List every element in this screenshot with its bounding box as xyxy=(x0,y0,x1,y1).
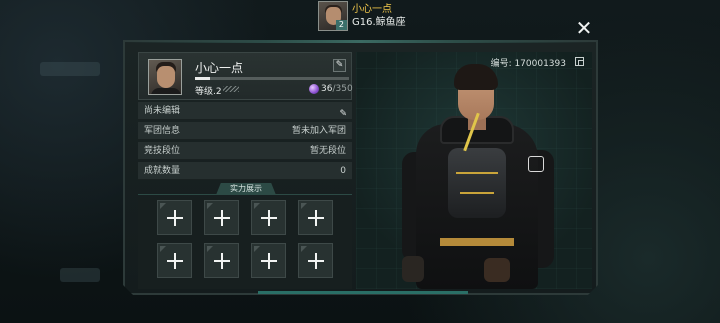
frame-glow xyxy=(123,40,598,43)
legion-label: 军团信息 xyxy=(144,126,181,136)
profile-left-panel: 小心一点 ✎ 等级.2 36/350 尚未编辑 ✎ 军团信息 暂未加入军团 竞技… xyxy=(138,52,353,289)
signature-text: 尚未编辑 xyxy=(144,106,181,116)
background-element xyxy=(40,62,100,76)
showcase-slot[interactable] xyxy=(251,200,286,235)
gem-count: 36/350 xyxy=(321,84,353,94)
level-hatch xyxy=(223,86,239,92)
achievement-value: 0 xyxy=(340,166,346,176)
player-name: 小心一点 xyxy=(195,61,244,75)
character-illustration xyxy=(396,52,556,289)
edit-name-icon[interactable]: ✎ xyxy=(333,59,346,72)
showcase-slot[interactable] xyxy=(204,200,239,235)
header-avatar-level: 2 xyxy=(335,20,347,30)
achievement-row: 成就数量 0 xyxy=(138,162,352,180)
showcase-slot[interactable] xyxy=(157,200,192,235)
header-avatar[interactable]: 2 xyxy=(318,1,348,31)
header-player-name: 小心一点 xyxy=(352,4,392,15)
close-icon[interactable]: ✕ xyxy=(574,18,594,38)
achievement-label: 成就数量 xyxy=(144,166,181,176)
copy-icon[interactable] xyxy=(575,57,584,66)
gem-icon xyxy=(309,84,319,94)
header-server-name: G16.鲸鱼座 xyxy=(352,17,406,28)
background-element xyxy=(60,268,100,282)
signature-row[interactable]: 尚未编辑 ✎ xyxy=(138,102,352,120)
showcase-slot[interactable] xyxy=(251,243,286,278)
showcase-slot[interactable] xyxy=(298,200,333,235)
rank-label: 竞技段位 xyxy=(144,146,181,156)
rank-row: 竞技段位 暂无段位 xyxy=(138,142,352,160)
legion-row: 军团信息 暂未加入军团 xyxy=(138,122,352,140)
character-panel: 编号: 170001393 xyxy=(356,52,592,289)
player-header: 2 小心一点 G16.鲸鱼座 xyxy=(318,1,406,31)
rank-value: 暂无段位 xyxy=(309,146,346,156)
showcase-grid xyxy=(138,198,352,289)
profile-card: 小心一点 ✎ 等级.2 36/350 xyxy=(138,52,353,100)
edit-signature-icon[interactable]: ✎ xyxy=(339,105,347,123)
xp-bar xyxy=(195,77,349,80)
bottom-accent-bar xyxy=(258,291,468,294)
legion-value: 暂未加入军团 xyxy=(291,126,346,136)
showcase-slot[interactable] xyxy=(204,243,239,278)
showcase-slot[interactable] xyxy=(157,243,192,278)
avatar[interactable] xyxy=(148,59,182,95)
showcase-title: 实力展示 xyxy=(216,183,276,195)
level-label: 等级.2 xyxy=(195,87,222,97)
showcase-slot[interactable] xyxy=(298,243,333,278)
